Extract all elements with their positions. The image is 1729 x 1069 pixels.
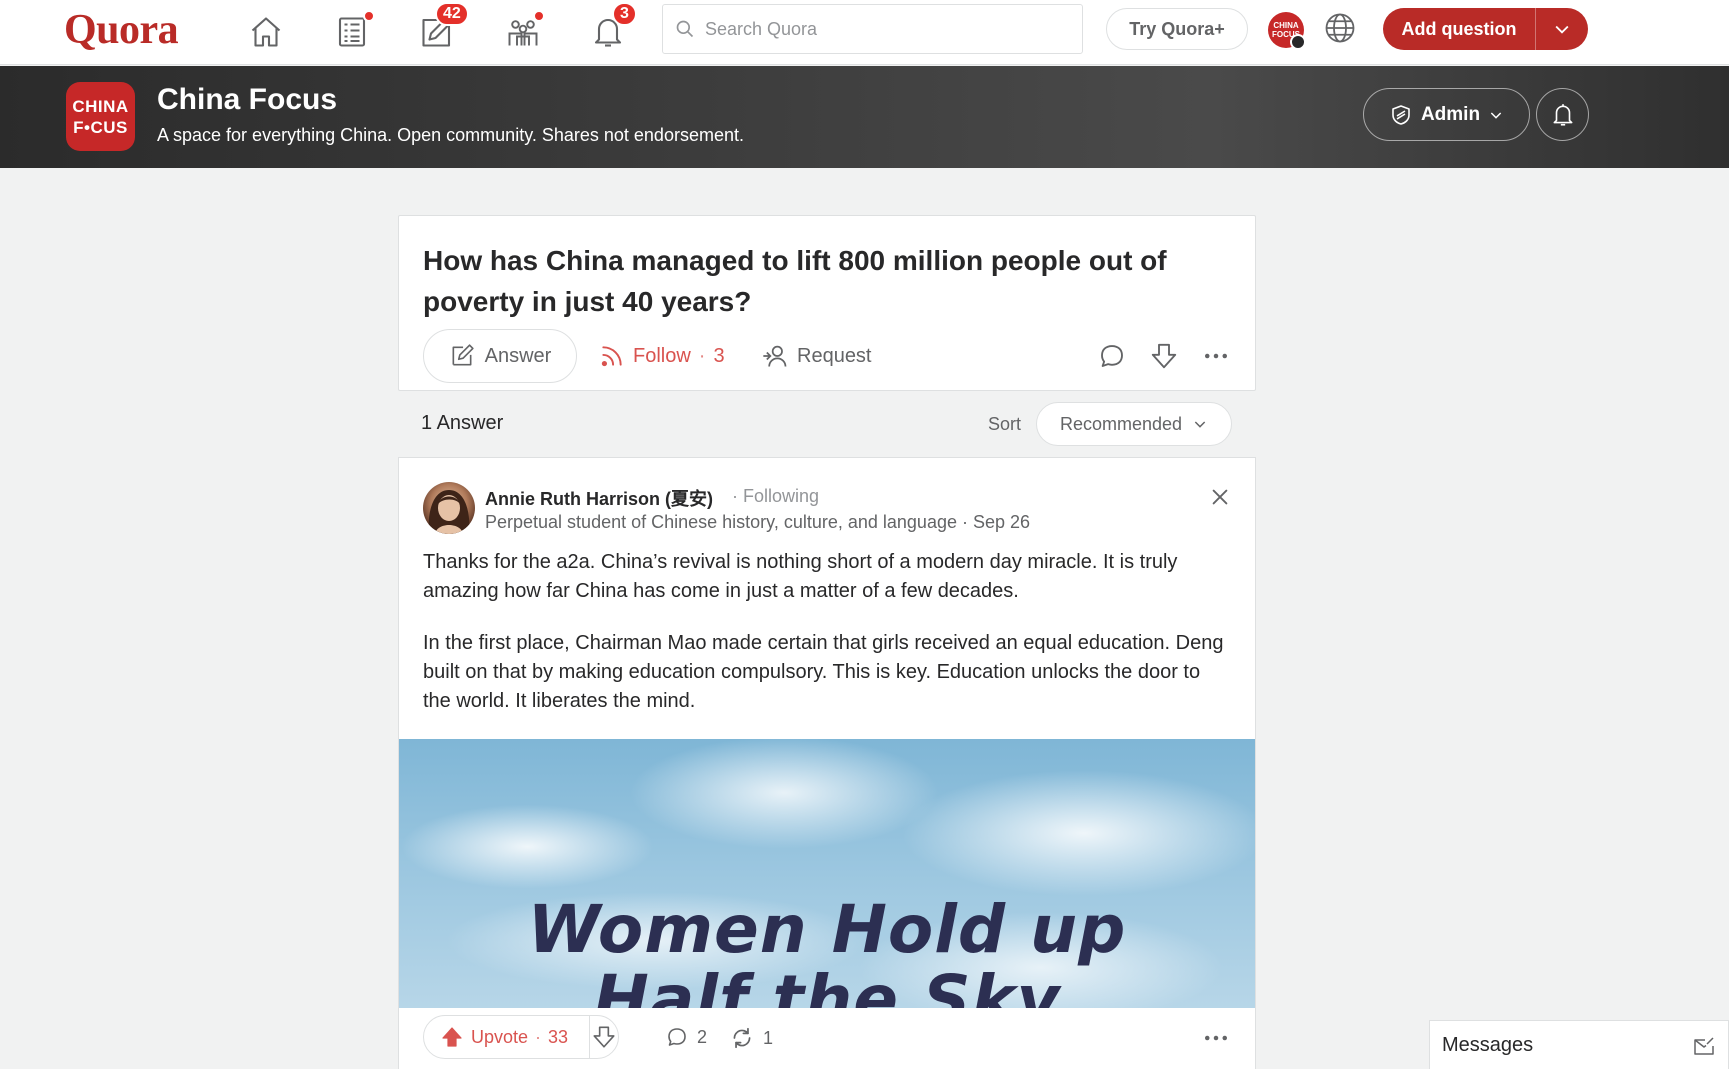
sort-value: Recommended	[1059, 413, 1183, 434]
share-icon	[733, 1027, 751, 1049]
sort-label: Sort	[988, 414, 1022, 434]
follow-count: 3	[713, 344, 725, 367]
spaces-nav-button[interactable]	[501, 10, 545, 54]
space-notifications-button[interactable]	[1536, 88, 1589, 141]
question-title[interactable]: How has China managed to lift 800 millio…	[423, 240, 1223, 322]
question-card: How has China managed to lift 800 millio…	[398, 215, 1256, 391]
add-question-button[interactable]: Add question	[1383, 8, 1588, 50]
answer-nav-button[interactable]: 42	[415, 2, 469, 54]
compose-message-icon	[1694, 1037, 1714, 1055]
comments-button[interactable]: 2	[665, 1025, 707, 1049]
answer-card: Annie Ruth Harrison (夏安) · Following Per…	[398, 457, 1256, 1069]
space-logo[interactable]: CHINA F•CUS	[66, 82, 135, 151]
avatar-status-icon	[1290, 34, 1306, 50]
downvote-icon[interactable]	[1149, 341, 1179, 371]
answer-image[interactable]: Women Hold up Half the Sky	[399, 739, 1255, 1008]
home-icon	[251, 17, 281, 47]
notifications-badge: 3	[612, 2, 637, 26]
answer-label: Answer	[484, 344, 552, 367]
upvote-label: Upvote	[471, 1026, 529, 1047]
globe-icon	[1325, 13, 1355, 43]
answer-paragraph: Thanks for the a2a. China’s revival is n…	[423, 551, 1178, 602]
follow-button[interactable]: Follow · 3	[599, 329, 725, 383]
comment-icon[interactable]	[1097, 341, 1127, 371]
author-credential[interactable]: Perpetual student of Chinese history, cu…	[485, 512, 1030, 533]
sort-dropdown[interactable]: Recommended	[1036, 402, 1232, 446]
share-button[interactable]: 1	[729, 1025, 773, 1051]
vote-group: Upvote · 33	[423, 1015, 619, 1059]
author-name[interactable]: Annie Ruth Harrison (夏安)	[485, 485, 713, 511]
author-photo	[428, 490, 470, 534]
admin-menu-button[interactable]: Admin	[1363, 88, 1530, 141]
comment-icon	[668, 1028, 686, 1046]
chevron-down-icon	[1490, 111, 1502, 119]
upvote-button[interactable]: Upvote · 33	[424, 1016, 590, 1058]
account-avatar[interactable]: CHINA FOCUS	[1268, 12, 1306, 50]
answer-badge: 42	[435, 2, 469, 26]
chevron-down-icon	[1194, 421, 1206, 428]
language-button[interactable]	[1322, 10, 1358, 51]
image-caption-line2: Half the Sky	[593, 961, 1061, 1008]
question-actions	[1097, 329, 1231, 383]
search-box[interactable]	[662, 4, 1083, 54]
chevron-down-icon	[1555, 25, 1569, 34]
space-logo-line2: F•CUS	[73, 117, 128, 137]
upvote-separator: ·	[535, 1026, 542, 1047]
try-quora-plus-button[interactable]: Try Quora+	[1106, 8, 1248, 50]
quora-logo[interactable]: Quora	[64, 6, 179, 54]
answer-action-bar: Upvote · 33 2 1	[399, 1009, 1255, 1069]
dismiss-answer-button[interactable]	[1209, 486, 1231, 513]
follow-rss-icon	[601, 346, 622, 367]
image-caption-line1: Women Hold up	[527, 891, 1127, 968]
downvote-icon	[593, 1026, 615, 1048]
messages-dock[interactable]: Messages	[1429, 1020, 1729, 1069]
comment-count: 2	[697, 1026, 708, 1047]
following-nav-button[interactable]	[330, 10, 375, 54]
more-icon[interactable]	[1201, 341, 1231, 371]
author-avatar[interactable]	[423, 482, 475, 534]
compose-message-button[interactable]	[1692, 1035, 1716, 1065]
close-icon	[1212, 489, 1228, 505]
share-count: 1	[763, 1027, 774, 1048]
top-navigation-bar: Quora 42 3 Try Quora+ CHINA FOCUS Add qu…	[0, 0, 1729, 65]
upvote-count: 33	[548, 1026, 569, 1047]
add-question-dropdown[interactable]	[1536, 19, 1588, 39]
shield-icon	[1392, 104, 1410, 125]
space-title[interactable]: China Focus	[157, 83, 337, 117]
spaces-dot	[533, 10, 545, 22]
answer-paragraph: In the first place, Chairman Mao made ce…	[423, 632, 1224, 712]
messages-label: Messages	[1442, 1033, 1534, 1056]
upvote-icon	[442, 1027, 462, 1047]
search-icon	[676, 20, 694, 38]
answer-more-button[interactable]	[1201, 1023, 1231, 1058]
home-nav-button[interactable]	[244, 10, 288, 54]
search-input[interactable]	[705, 18, 1065, 40]
request-person-icon	[763, 345, 787, 367]
space-banner: CHINA F•CUS China Focus A space for ever…	[0, 66, 1729, 168]
following-status[interactable]: · Following	[732, 486, 819, 507]
notifications-nav-button[interactable]: 3	[586, 2, 637, 54]
request-label: Request	[797, 344, 872, 367]
bell-icon	[1553, 103, 1572, 126]
request-button[interactable]: Request	[761, 329, 872, 383]
downvote-button[interactable]	[590, 1024, 618, 1050]
more-icon	[1205, 1035, 1227, 1041]
space-description: A space for everything China. Open commu…	[157, 125, 744, 145]
answer-count: 1 Answer	[421, 412, 504, 434]
admin-label: Admin	[1420, 103, 1481, 125]
answer-button[interactable]: Answer	[423, 329, 577, 383]
following-dot	[363, 10, 375, 22]
follow-separator: ·	[698, 344, 706, 367]
follow-label: Follow	[633, 344, 691, 367]
space-logo-line1: CHINA	[72, 96, 129, 116]
pencil-icon	[452, 344, 474, 366]
add-question-label: Add question	[1383, 8, 1536, 50]
